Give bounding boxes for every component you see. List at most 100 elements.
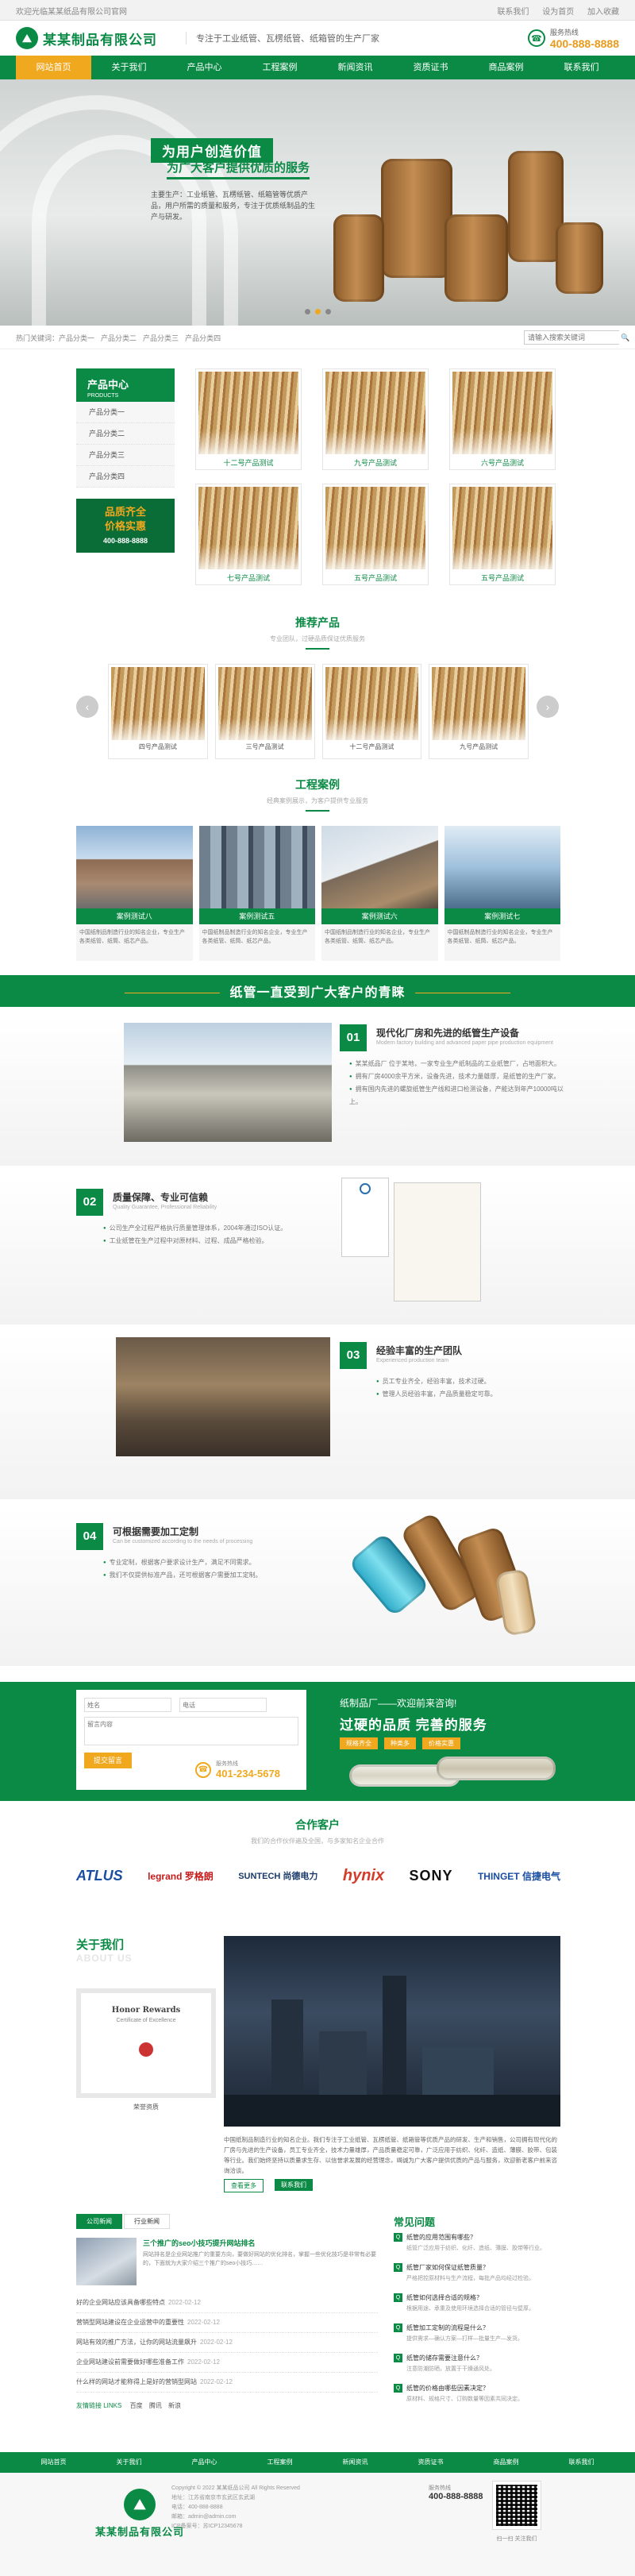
- name-input[interactable]: [84, 1698, 171, 1712]
- phone-input[interactable]: [179, 1698, 267, 1712]
- product-category[interactable]: 产品分类一: [76, 402, 175, 423]
- product-category[interactable]: 产品分类三: [76, 445, 175, 466]
- nav-products[interactable]: 产品中心: [167, 56, 242, 79]
- news-item[interactable]: 什么样的网站才能称得上是好的营销型网站 2022-02-12: [76, 2373, 378, 2393]
- product-card[interactable]: 六号产品测试: [449, 368, 556, 470]
- featured-news-image[interactable]: [76, 2238, 137, 2285]
- friend-links: 友情链接 LINKS 百度 腾讯 新浪: [76, 2401, 181, 2410]
- product-card[interactable]: 九号产品测试: [322, 368, 429, 470]
- faq-item[interactable]: Q 纸管如何选择合适的规格？ 根据用途、承重及使用环境选择合适的管径与壁厚。: [394, 2293, 568, 2313]
- partner-logo-atlus[interactable]: ATLUS: [76, 1868, 123, 1884]
- nav-cases[interactable]: 工程案例: [242, 56, 318, 79]
- product-image: [325, 667, 419, 740]
- product-card[interactable]: 十二号产品测试: [195, 368, 302, 470]
- footer-nav-item[interactable]: 商品案例: [468, 2452, 544, 2473]
- news-item[interactable]: 网站有效的推广方法，让你的网站流量飙升 2022-02-12: [76, 2333, 378, 2353]
- carousel-dot[interactable]: [325, 309, 331, 314]
- topbar: 欢迎光临某某纸品有限公司官网 联系我们 设为首页 加入收藏: [0, 0, 635, 21]
- about-contact-button[interactable]: 联系我们: [275, 2179, 313, 2191]
- product-card[interactable]: 五号产品测试: [322, 484, 429, 585]
- product-category[interactable]: 产品分类四: [76, 466, 175, 488]
- faq-question: 纸管厂家如何保证纸管质量？: [406, 2264, 489, 2271]
- news-item[interactable]: 营销型网站建设在企业运营中的重要性 2022-02-12: [76, 2313, 378, 2333]
- hot-keyword[interactable]: 产品分类三: [143, 333, 179, 343]
- friend-link[interactable]: 新浪: [168, 2402, 181, 2409]
- partner-logo-legrand[interactable]: legrand 罗格朗: [148, 1869, 214, 1883]
- top-link-homepage[interactable]: 设为首页: [542, 8, 574, 17]
- news-item[interactable]: 企业网站建设前需要做好哪些准备工作 2022-02-12: [76, 2353, 378, 2373]
- footer-nav-item[interactable]: 新闻资讯: [318, 2452, 393, 2473]
- recommend-item[interactable]: 十二号产品测试: [321, 664, 422, 759]
- about-more-button[interactable]: 查看更多: [224, 2179, 264, 2192]
- case-card[interactable]: 案例测试五 中国纸制品制造行业的知名企业，专业生产各类纸管、纸筒、纸芯产品。: [198, 826, 315, 961]
- friend-link[interactable]: 百度: [130, 2402, 143, 2409]
- submit-button[interactable]: 提交留言: [84, 1753, 132, 1768]
- hot-keyword[interactable]: 产品分类四: [185, 333, 221, 343]
- product-image: [217, 667, 312, 740]
- recommend-item[interactable]: 九号产品测试: [429, 664, 529, 759]
- hot-keyword[interactable]: 产品分类一: [59, 333, 94, 343]
- nav-news[interactable]: 新闻资讯: [318, 56, 393, 79]
- nav-about[interactable]: 关于我们: [91, 56, 167, 79]
- recommend-item[interactable]: 三号产品测试: [214, 664, 315, 759]
- carousel-dot-active[interactable]: [315, 309, 321, 314]
- featured-news-title[interactable]: 三个推广的seo小技巧提升网站排名: [143, 2238, 256, 2248]
- footer-nav-item[interactable]: 工程案例: [242, 2452, 318, 2473]
- footer-nav-item[interactable]: 资质证书: [393, 2452, 468, 2473]
- case-card[interactable]: 案例测试六 中国纸制品制造行业的知名企业，专业生产各类纸管、纸筒、纸芯产品。: [321, 826, 438, 961]
- case-image: [198, 826, 315, 908]
- product-card[interactable]: 五号产品测试: [449, 484, 556, 585]
- search-icon[interactable]: 🔍: [621, 331, 629, 344]
- news-item-title: 好的企业网站应该具备哪些特点: [76, 2299, 165, 2306]
- product-card[interactable]: 七号产品测试: [195, 484, 302, 585]
- partner-logo-thinget[interactable]: THINGET 信捷电气: [478, 1869, 560, 1883]
- hot-keywords-label: 热门关键词：: [16, 334, 60, 342]
- footer-icp[interactable]: ICP备案号：苏ICP12345678: [171, 2522, 300, 2532]
- next-arrow-icon[interactable]: ›: [537, 696, 559, 718]
- nav-goods-cases[interactable]: 商品案例: [468, 56, 544, 79]
- logo-icon[interactable]: ⛰: [16, 27, 38, 49]
- footer-nav-item[interactable]: 网站首页: [16, 2452, 91, 2473]
- tab-industry-news[interactable]: 行业新闻: [124, 2214, 170, 2229]
- message-textarea[interactable]: [84, 1717, 298, 1745]
- hero-banner[interactable]: 为用户创造价值 为广大客户提供优质的服务 主要生产：工业纸管、瓦楞纸管、纸箱管等…: [0, 79, 635, 326]
- footer-nav-item[interactable]: 产品中心: [167, 2452, 242, 2473]
- partner-logo-hynix[interactable]: hynix: [343, 1867, 384, 1885]
- news-item-date: 2022-02-12: [200, 2378, 233, 2385]
- footer-hotline-label: 服务热线: [429, 2485, 451, 2491]
- top-link-contact[interactable]: 联系我们: [497, 8, 529, 17]
- carousel-dot[interactable]: [305, 309, 310, 314]
- faq-answer: 注意防潮防晒，放置于干燥通风处。: [406, 2366, 495, 2372]
- case-card[interactable]: 案例测试八 中国纸制品制造行业的知名企业，专业生产各类纸管、纸筒、纸芯产品。: [76, 826, 193, 961]
- faq-item[interactable]: Q 纸管的储存需要注意什么？ 注意防潮防晒，放置于干燥通风处。: [394, 2354, 568, 2374]
- partner-logo-sony[interactable]: SONY: [410, 1868, 453, 1884]
- advantage-number: 04: [76, 1523, 103, 1550]
- nav-contact[interactable]: 联系我们: [544, 56, 619, 79]
- advantage-item: 03 经验丰富的生产团队 Experienced production team…: [0, 1332, 635, 1499]
- footer-nav-item[interactable]: 关于我们: [91, 2452, 167, 2473]
- nav-certificates[interactable]: 资质证书: [393, 56, 468, 79]
- hotline-number: 400-888-8888: [549, 37, 619, 50]
- search-input[interactable]: [525, 331, 621, 344]
- product-category[interactable]: 产品分类二: [76, 423, 175, 445]
- footer-nav-item[interactable]: 联系我们: [544, 2452, 619, 2473]
- logo-text[interactable]: 某某制品有限公司: [43, 29, 157, 48]
- qr-caption: 扫一扫 关注我们: [496, 2536, 537, 2542]
- prev-arrow-icon[interactable]: ‹: [76, 696, 98, 718]
- faq-item[interactable]: Q 纸管的价格由哪些因素决定？ 原材料、规格尺寸、订购数量等因素共同决定。: [394, 2384, 568, 2404]
- faq-item[interactable]: Q 纸管厂家如何保证纸管质量？ 严格把控原材料与生产流程，每批产品均经过检验。: [394, 2263, 568, 2283]
- advantage-points: 专业定制，根据客户要求设计生产，满足不同需求。 我们不仅提供标准产品，还可根据客…: [103, 1556, 318, 1582]
- friend-link[interactable]: 腾讯: [149, 2402, 162, 2409]
- partner-logo-suntech[interactable]: SUNTECH 尚德电力: [238, 1869, 318, 1882]
- nav-home[interactable]: 网站首页: [16, 56, 91, 79]
- tab-company-news[interactable]: 公司新闻: [76, 2214, 122, 2229]
- promo-phone: 400-888-8888: [102, 537, 148, 545]
- faq-item[interactable]: Q 纸管的应用范围有哪些？ 纸管广泛应用于纺织、化纤、造纸、薄膜、胶带等行业。: [394, 2233, 568, 2253]
- honor-certificate[interactable]: Honor Rewards Certificate of Excellence: [76, 1988, 216, 2098]
- case-card[interactable]: 案例测试七 中国纸制品制造行业的知名企业，专业生产各类纸管、纸筒、纸芯产品。: [444, 826, 560, 961]
- faq-item[interactable]: Q 纸管加工定制的流程是什么？ 提供需求—确认方案—打样—批量生产—发货。: [394, 2323, 568, 2343]
- news-item[interactable]: 好的企业网站应该具备哪些特点 2022-02-12: [76, 2293, 378, 2313]
- hot-keyword[interactable]: 产品分类二: [101, 333, 137, 343]
- recommend-item[interactable]: 四号产品测试: [108, 664, 208, 759]
- top-link-favorite[interactable]: 加入收藏: [587, 8, 619, 17]
